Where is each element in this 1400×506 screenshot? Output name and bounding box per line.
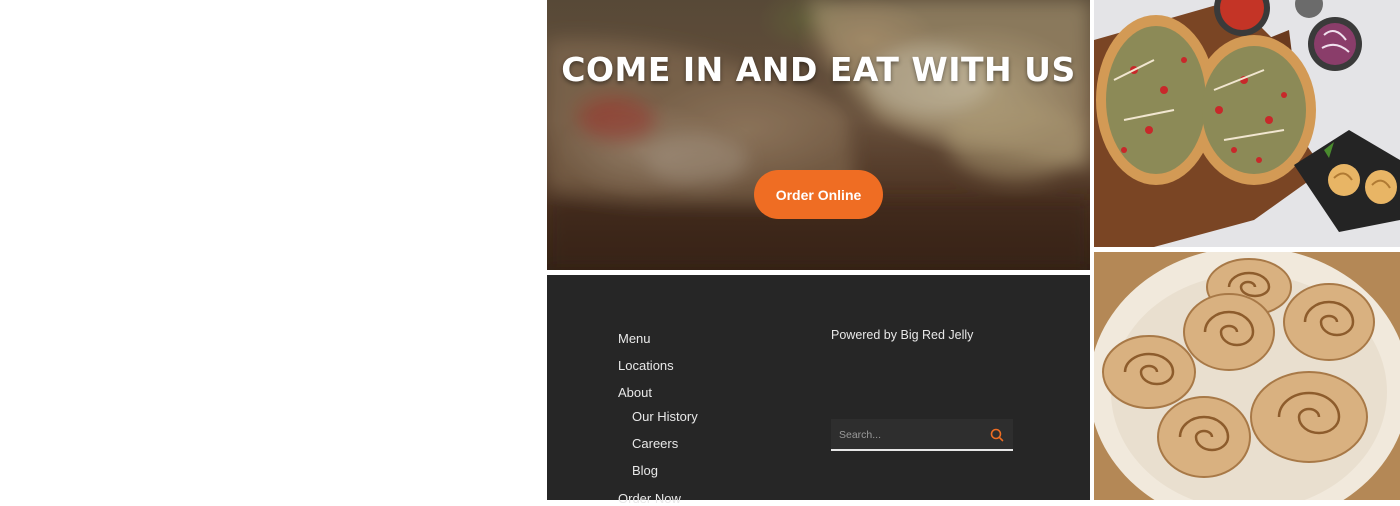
pizza-board-photo xyxy=(1094,0,1400,247)
hero-title: COME IN AND EAT WITH US xyxy=(561,50,1076,89)
powered-by-text: Powered by Big Red Jelly xyxy=(831,328,974,342)
order-online-button[interactable]: Order Online xyxy=(754,170,883,219)
footer-search xyxy=(831,419,1013,451)
search-input[interactable] xyxy=(837,425,981,445)
footer-nav-blog[interactable]: Blog xyxy=(632,463,658,478)
hero-overlay xyxy=(547,0,1090,270)
site-footer: Menu Locations About Our History Careers… xyxy=(547,275,1090,506)
footer-nav-about[interactable]: About xyxy=(618,385,652,400)
pizza-board-illustration xyxy=(1094,0,1400,247)
footer-nav-order-now[interactable]: Order Now xyxy=(618,491,681,506)
footer-nav-menu[interactable]: Menu xyxy=(618,331,651,346)
cinnamon-rolls-photo xyxy=(1094,252,1400,500)
hero-banner: COME IN AND EAT WITH US Order Online xyxy=(547,0,1090,270)
footer-nav-our-history[interactable]: Our History xyxy=(632,409,698,424)
footer-nav-careers[interactable]: Careers xyxy=(632,436,678,451)
footer-nav-locations[interactable]: Locations xyxy=(618,358,674,373)
cinnamon-rolls-illustration xyxy=(1094,252,1400,500)
search-icon[interactable] xyxy=(989,427,1005,443)
